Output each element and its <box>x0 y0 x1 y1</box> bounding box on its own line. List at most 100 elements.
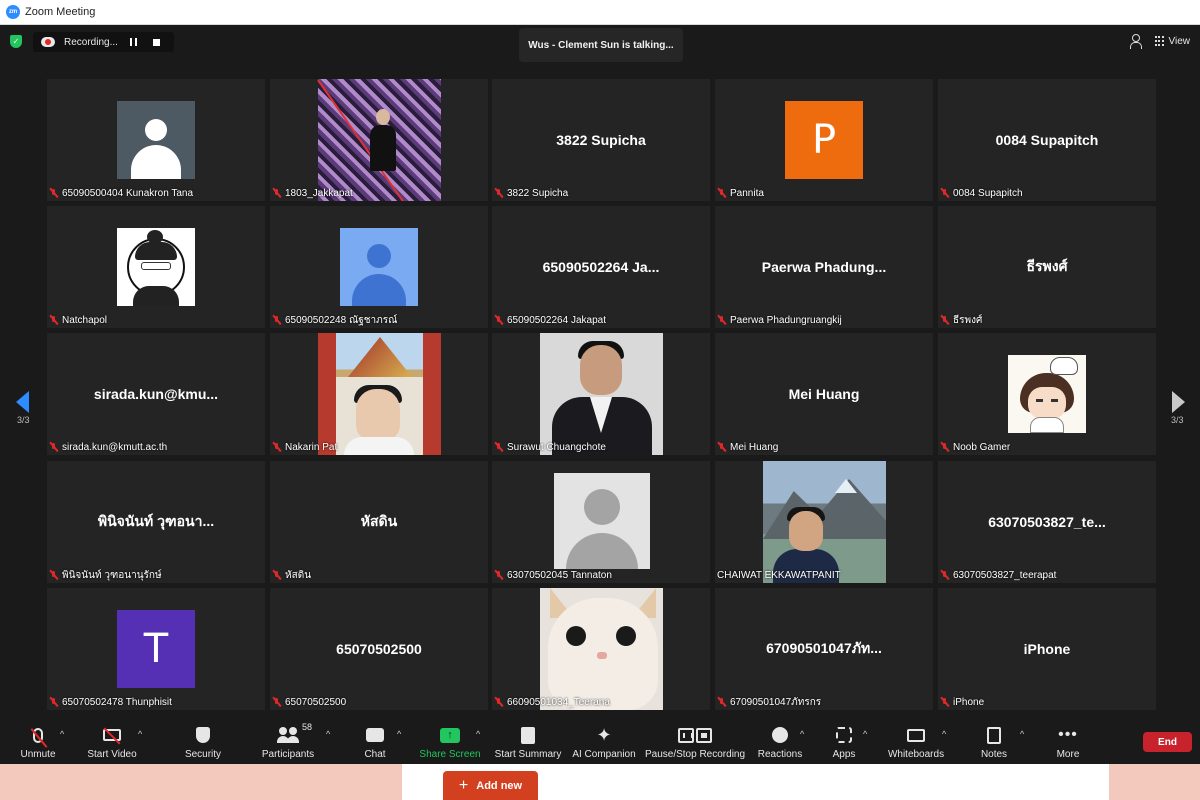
participant-video <box>318 333 441 455</box>
letter-avatar: T <box>117 610 195 688</box>
video-options-chevron-icon[interactable]: ^ <box>138 729 142 739</box>
participant-tile[interactable]: 65090500404 Kunakron Tana <box>47 79 265 201</box>
start-summary-button[interactable]: Start Summary <box>494 718 562 764</box>
participant-name: 67090501047ภัทรกร <box>730 696 822 708</box>
participant-name: Mei Huang <box>730 441 779 453</box>
pause-stop-recording-label: Pause/Stop Recording <box>644 749 746 760</box>
share-options-chevron-icon[interactable]: ^ <box>476 729 480 739</box>
participants-icon <box>277 727 299 743</box>
participant-tile[interactable]: Paerwa Phadung... Paerwa Phadungruangkij <box>715 206 933 328</box>
participant-name: 65070502500 <box>285 696 347 708</box>
participant-tile[interactable]: 3822 Supicha 3822 Supicha <box>492 79 710 201</box>
participant-name-bar: 65090502264 Jakapat <box>494 313 606 327</box>
participant-tile[interactable]: 0084 Supapitch 0084 Supapitch <box>938 79 1156 201</box>
participants-chevron-icon[interactable]: ^ <box>326 729 330 739</box>
cloud-recording-icon <box>41 37 55 47</box>
whiteboards-button[interactable]: Whiteboards <box>888 718 944 764</box>
participant-center-name: Mei Huang <box>788 386 860 402</box>
ai-companion-button[interactable]: ✦ AI Companion <box>572 718 636 764</box>
participant-video <box>540 333 663 455</box>
end-meeting-button[interactable]: End <box>1143 732 1192 752</box>
chat-bubble-icon <box>366 728 384 742</box>
participant-tile[interactable]: iPhone iPhone <box>938 588 1156 710</box>
view-button[interactable]: View <box>1169 36 1191 47</box>
participant-name: หัสดิน <box>285 569 312 581</box>
participant-tile[interactable]: P Pannita <box>715 79 933 201</box>
participant-tile[interactable]: 67090501047ภัท... 67090501047ภัทรกร <box>715 588 933 710</box>
recording-indicator: Recording... <box>33 32 174 52</box>
share-screen-icon: ↑ <box>440 727 460 743</box>
top-right-controls: View <box>1129 34 1191 49</box>
participant-name: 65090502264 Jakapat <box>507 314 606 326</box>
sketch-avatar <box>117 228 195 306</box>
participant-tile[interactable]: Mei Huang Mei Huang <box>715 333 933 455</box>
muted-mic-icon <box>49 188 58 199</box>
apps-button[interactable]: Apps <box>832 718 856 764</box>
participant-tile[interactable]: sirada.kun@kmu... sirada.kun@kmutt.ac.th <box>47 333 265 455</box>
participant-tile[interactable]: T 65070502478 Thunphisit <box>47 588 265 710</box>
reactions-button[interactable]: Reactions <box>758 718 802 764</box>
participant-tile[interactable]: CHAIWAT EKKAWATPANIT <box>715 461 933 583</box>
participant-tile[interactable]: 1803_Jakkapat <box>270 79 488 201</box>
muted-mic-icon <box>494 315 503 326</box>
participant-tile[interactable]: 63070502045 Tannaton <box>492 461 710 583</box>
participant-name-bar: 63070503827_teerapat <box>940 568 1056 582</box>
more-dots-icon: ••• <box>1058 726 1078 743</box>
participant-center-name: 3822 Supicha <box>556 132 646 148</box>
more-button[interactable]: ••• More <box>1054 718 1082 764</box>
muted-mic-icon <box>940 315 949 326</box>
participant-tile[interactable]: Natchapol <box>47 206 265 328</box>
encryption-shield-icon[interactable]: ✓ <box>10 35 22 48</box>
participant-tile[interactable]: หัสดิน หัสดิน <box>270 461 488 583</box>
participant-tile[interactable]: Nakarin Pat <box>270 333 488 455</box>
participant-tile[interactable]: 63070503827_te... 63070503827_teerapat <box>938 461 1156 583</box>
muted-mic-icon <box>49 697 58 708</box>
reactions-chevron-icon[interactable]: ^ <box>800 729 804 739</box>
participant-name: 63070502045 Tannaton <box>507 569 612 581</box>
stop-recording-icon[interactable] <box>153 38 160 46</box>
participant-tile[interactable]: 65090502264 Ja... 65090502264 Jakapat <box>492 206 710 328</box>
pause-stop-recording-button[interactable]: Pause/Stop Recording <box>644 718 746 764</box>
unmute-button[interactable]: Unmute <box>18 718 58 764</box>
participant-center-name: 0084 Supapitch <box>995 132 1099 148</box>
participant-name: Nakarin Pat <box>285 441 338 453</box>
chat-chevron-icon[interactable]: ^ <box>397 729 401 739</box>
participant-name-bar: 0084 Supapitch <box>940 186 1023 200</box>
add-new-button[interactable]: + Add new <box>443 771 538 800</box>
participant-name: Natchapol <box>62 314 108 326</box>
apps-chevron-icon[interactable]: ^ <box>863 729 867 739</box>
participant-name-bar: 63070502045 Tannaton <box>494 568 612 582</box>
muted-mic-icon <box>272 315 281 326</box>
participant-tile[interactable]: Noob Gamer <box>938 333 1156 455</box>
participant-video <box>540 588 663 710</box>
security-button[interactable]: Security <box>182 718 224 764</box>
participant-tile[interactable]: 66090501034_Teerana <box>492 588 710 710</box>
participant-name-bar: iPhone <box>940 695 984 709</box>
plus-icon: + <box>458 776 469 794</box>
recording-label: Recording... <box>64 36 118 48</box>
muted-mic-icon <box>940 188 949 199</box>
pause-recording-icon[interactable] <box>130 38 137 46</box>
participant-tile[interactable]: Surawut Chuangchote <box>492 333 710 455</box>
participant-tile[interactable]: พินิจนันท์ วุฑอนา... พินิจนันท์ วุฑอนานุ… <box>47 461 265 583</box>
notes-button[interactable]: Notes <box>980 718 1008 764</box>
participant-tile[interactable]: 65090502248 ณัฐชาภรณ์ <box>270 206 488 328</box>
participant-name-bar: 65090502248 ณัฐชาภรณ์ <box>272 313 397 327</box>
participant-tile[interactable]: 65070502500 65070502500 <box>270 588 488 710</box>
participant-name: พินิจนันท์ วุฑอนานุรักษ์ <box>62 569 162 581</box>
start-video-button[interactable]: Start Video <box>86 718 138 764</box>
page-indicator-left: 3/3 <box>17 415 30 425</box>
whiteboards-chevron-icon[interactable]: ^ <box>942 729 946 739</box>
audio-options-chevron-icon[interactable]: ^ <box>60 729 64 739</box>
summary-document-icon <box>521 726 535 744</box>
muted-mic-icon <box>272 442 281 453</box>
participants-button[interactable]: 58 Participants <box>260 718 316 764</box>
immersive-view-icon[interactable] <box>1129 34 1142 49</box>
participant-name-bar: 65090500404 Kunakron Tana <box>49 186 193 200</box>
muted-mic-icon <box>717 188 726 199</box>
notes-chevron-icon[interactable]: ^ <box>1020 729 1024 739</box>
participant-center-name: iPhone <box>1023 641 1071 657</box>
share-screen-button[interactable]: ↑ Share Screen <box>419 718 481 764</box>
chat-button[interactable]: Chat <box>362 718 388 764</box>
participant-tile[interactable]: ธีรพงศ์ ธีรพงศ์ <box>938 206 1156 328</box>
